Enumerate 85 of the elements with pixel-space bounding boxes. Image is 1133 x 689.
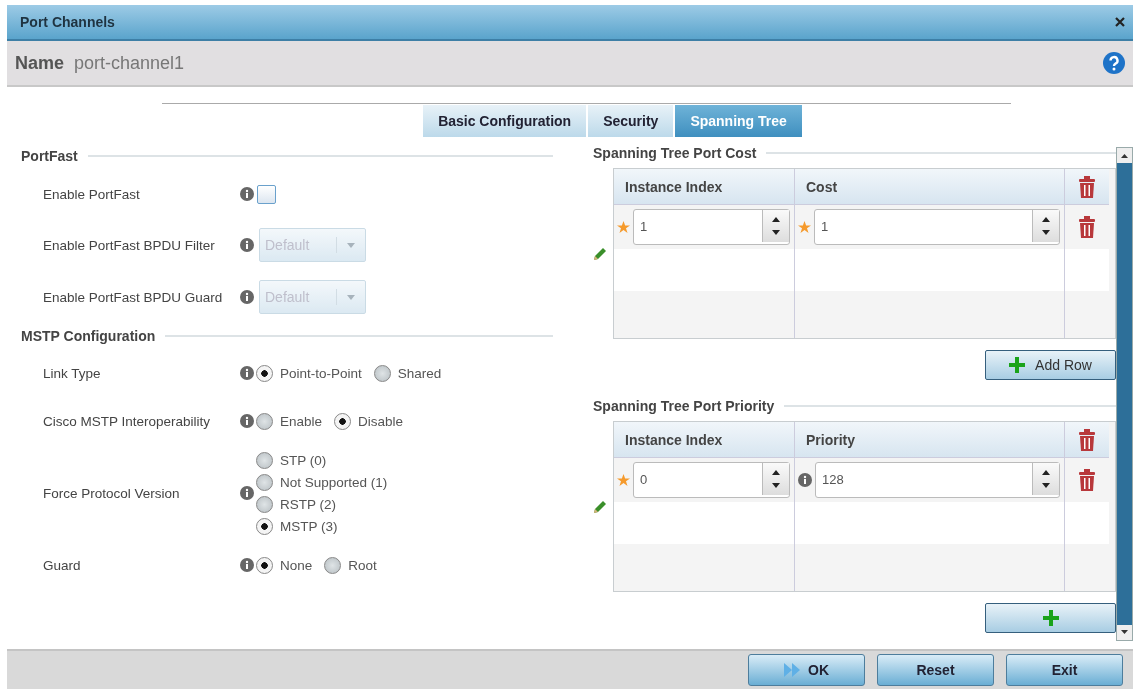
trash-icon[interactable]	[1078, 469, 1096, 491]
info-icon[interactable]	[240, 187, 254, 201]
plus-icon	[1042, 610, 1059, 626]
window-title: Port Channels	[20, 14, 115, 30]
info-icon[interactable]	[240, 238, 254, 252]
option-label: None	[280, 557, 313, 573]
add-row-button[interactable]: Add Row	[985, 350, 1116, 380]
section-title: Spanning Tree Port Cost	[593, 144, 757, 161]
radio-button[interactable]	[334, 412, 352, 430]
option-label: RSTP (2)	[280, 496, 336, 512]
option-label: Root	[348, 557, 377, 573]
radio-option[interactable]: MSTP (3)	[256, 517, 388, 535]
spinner-arrows-icon[interactable]	[1032, 463, 1059, 495]
radio-option[interactable]: Enable	[256, 412, 323, 430]
column-header: Instance Index	[614, 169, 795, 205]
section-title: MSTP Configuration	[21, 328, 156, 344]
scrollbar[interactable]	[1116, 147, 1133, 641]
scroll-up-icon[interactable]	[1117, 148, 1132, 163]
number-field[interactable]: 128	[815, 462, 1060, 498]
radio-option[interactable]: Shared	[373, 364, 442, 382]
radio-button[interactable]	[324, 556, 342, 574]
radio-button[interactable]	[256, 495, 273, 513]
info-icon[interactable]	[240, 414, 254, 428]
tab[interactable]: Basic Configuration	[423, 105, 587, 137]
radio-option[interactable]: Disable	[334, 412, 404, 430]
radio-option[interactable]: Point-to-Point	[256, 364, 362, 382]
number-field[interactable]: 1	[633, 209, 790, 245]
add-button[interactable]	[985, 603, 1116, 633]
option-label: Shared	[397, 365, 442, 381]
field-label: Enable PortFast	[43, 186, 141, 202]
spinner-arrows-icon[interactable]	[762, 463, 789, 495]
plus-icon	[1009, 357, 1026, 373]
tab[interactable]: Security	[588, 105, 674, 137]
field-label: Force Protocol Version	[43, 485, 181, 501]
field-label: Cisco MSTP Interoperability	[43, 413, 212, 429]
option-label: Enable	[280, 413, 323, 429]
field-label: Enable PortFast BPDU Filter	[43, 237, 216, 253]
info-icon[interactable]	[798, 473, 812, 487]
info-icon[interactable]	[240, 290, 254, 304]
footer-button[interactable]: Reset	[877, 654, 994, 686]
radio-button[interactable]	[256, 556, 273, 574]
pencil-icon[interactable]	[593, 499, 607, 514]
column-header: Cost	[795, 169, 1065, 205]
number-field[interactable]: 0	[633, 462, 790, 498]
name-label: Name	[15, 52, 65, 74]
field-label: Enable PortFast BPDU Guard	[43, 289, 224, 305]
spinner-arrows-icon[interactable]	[1032, 210, 1059, 242]
radio-button[interactable]	[256, 451, 273, 469]
field-label: Guard	[43, 557, 82, 573]
help-icon[interactable]	[1103, 52, 1125, 74]
radio-button[interactable]	[256, 473, 273, 491]
scroll-down-icon[interactable]	[1117, 625, 1132, 640]
option-label: STP (0)	[280, 452, 327, 468]
spinner-arrows-icon[interactable]	[762, 210, 789, 242]
field-label: Link Type	[43, 365, 102, 381]
info-icon[interactable]	[240, 558, 254, 572]
info-icon[interactable]	[240, 486, 254, 500]
info-icon[interactable]	[240, 366, 254, 380]
column-header: Priority	[795, 422, 1065, 458]
trash-icon[interactable]	[1078, 175, 1096, 198]
radio-option[interactable]: RSTP (2)	[256, 495, 388, 513]
trash-icon[interactable]	[1078, 428, 1096, 451]
radio-option[interactable]: Root	[324, 556, 377, 574]
radio-button[interactable]	[256, 517, 273, 535]
pencil-icon[interactable]	[593, 246, 607, 261]
radio-option[interactable]: Not Supported (1)	[256, 473, 388, 491]
trash-icon[interactable]	[1078, 216, 1096, 238]
double-arrow-icon	[784, 663, 802, 677]
radio-button[interactable]	[256, 412, 273, 430]
section-title: PortFast	[21, 148, 78, 164]
radio-button[interactable]	[373, 364, 391, 382]
number-field[interactable]: 1	[814, 209, 1060, 245]
option-label: Point-to-Point	[280, 365, 362, 381]
name-value: port-channel1	[74, 52, 186, 74]
radio-button[interactable]	[256, 364, 273, 382]
checkbox[interactable]	[257, 184, 276, 204]
footer-button[interactable]: OK	[748, 654, 865, 686]
radio-option[interactable]: STP (0)	[256, 451, 388, 469]
option-label: Disable	[358, 413, 404, 429]
footer-button[interactable]: Exit	[1006, 654, 1123, 686]
option-label: MSTP (3)	[280, 518, 338, 534]
option-label: Not Supported (1)	[280, 474, 388, 490]
column-header: Instance Index	[614, 422, 795, 458]
section-title: Spanning Tree Port Priority	[593, 397, 775, 414]
radio-option[interactable]: None	[256, 556, 313, 574]
